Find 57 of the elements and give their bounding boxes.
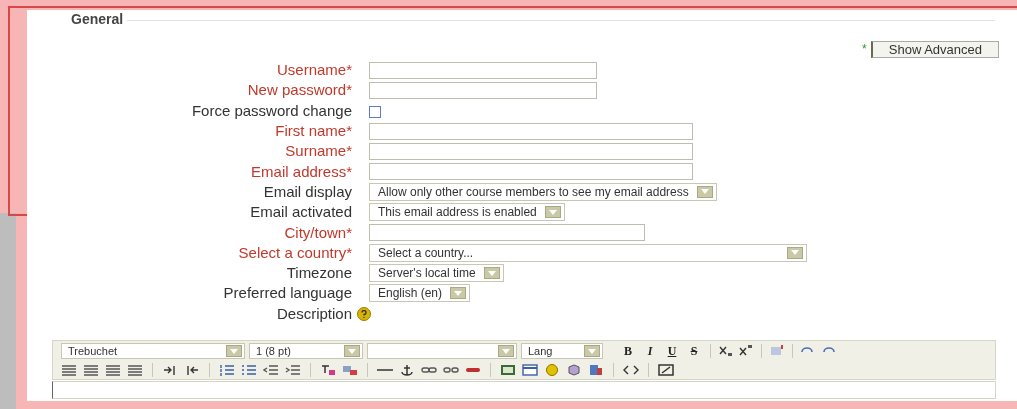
align-right-icon[interactable] <box>105 363 121 376</box>
indent-icon[interactable] <box>285 363 301 376</box>
show-advanced-button[interactable]: Show Advanced <box>870 40 999 58</box>
editor-dropdown[interactable]: Trebuchet <box>61 343 245 360</box>
anchor-icon[interactable] <box>399 363 415 376</box>
field-label: Description <box>276 304 352 322</box>
justify-icon[interactable] <box>127 363 143 376</box>
background-color-icon[interactable] <box>342 363 358 376</box>
superscript-icon[interactable] <box>738 345 754 358</box>
image-icon[interactable] <box>500 363 516 376</box>
format-button[interactable]: B <box>619 343 637 359</box>
select-dropdown[interactable]: Server's local time <box>369 264 504 283</box>
outdent-icon[interactable] <box>263 363 279 376</box>
bullet-list-icon[interactable] <box>241 363 257 376</box>
search-replace-icon[interactable] <box>588 363 604 376</box>
field-label: City/town* <box>284 223 352 241</box>
select-dropdown[interactable]: This email address is enabled <box>369 203 565 222</box>
field-label: Email address* <box>251 162 352 180</box>
field-label: Timezone <box>286 264 352 282</box>
field-label: Preferred language <box>223 284 352 302</box>
align-center-icon[interactable] <box>83 363 99 376</box>
subscript-icon[interactable] <box>718 345 734 358</box>
field-label: New password* <box>247 81 352 99</box>
help-icon[interactable] <box>357 306 371 321</box>
field-label: Email activated <box>250 203 352 221</box>
advanced-mark: * <box>862 41 867 58</box>
select-dropdown[interactable]: Select a country... <box>369 243 807 262</box>
fullscreen-icon[interactable] <box>658 363 674 376</box>
cube-icon[interactable] <box>566 363 582 376</box>
field-label: Email display <box>263 182 352 200</box>
field-label: Username* <box>276 61 352 79</box>
html-source-icon[interactable] <box>623 363 639 376</box>
field-label: First name* <box>275 122 352 140</box>
field-label: Select a country* <box>238 243 352 261</box>
format-button[interactable]: S <box>685 343 703 359</box>
text-field[interactable] <box>369 224 645 241</box>
numbered-list-icon[interactable] <box>219 363 235 376</box>
text-field[interactable] <box>369 81 597 99</box>
select-dropdown[interactable]: Allow only other course members to see my email address <box>369 182 717 201</box>
paragraph-ltr-icon[interactable] <box>162 363 178 376</box>
editor-dropdown[interactable]: Lang <box>521 343 603 360</box>
section-legend: General <box>67 11 128 27</box>
text-field[interactable] <box>369 122 693 140</box>
table-icon[interactable] <box>522 363 538 376</box>
format-button[interactable]: U <box>663 343 681 359</box>
checkbox[interactable] <box>369 105 381 118</box>
text-field[interactable] <box>369 163 693 181</box>
select-dropdown[interactable]: English (en) <box>369 284 471 303</box>
text-color-icon[interactable] <box>320 363 336 376</box>
editor-dropdown[interactable]: 1 (8 pt) <box>249 343 363 360</box>
text-field[interactable] <box>369 61 597 79</box>
paragraph-rtl-icon[interactable] <box>184 363 200 376</box>
format-button[interactable]: I <box>641 343 659 359</box>
field-label: Force password change <box>191 101 352 119</box>
text-field[interactable] <box>369 142 693 160</box>
field-label: Surname* <box>285 142 352 160</box>
align-left-icon[interactable] <box>61 363 77 376</box>
